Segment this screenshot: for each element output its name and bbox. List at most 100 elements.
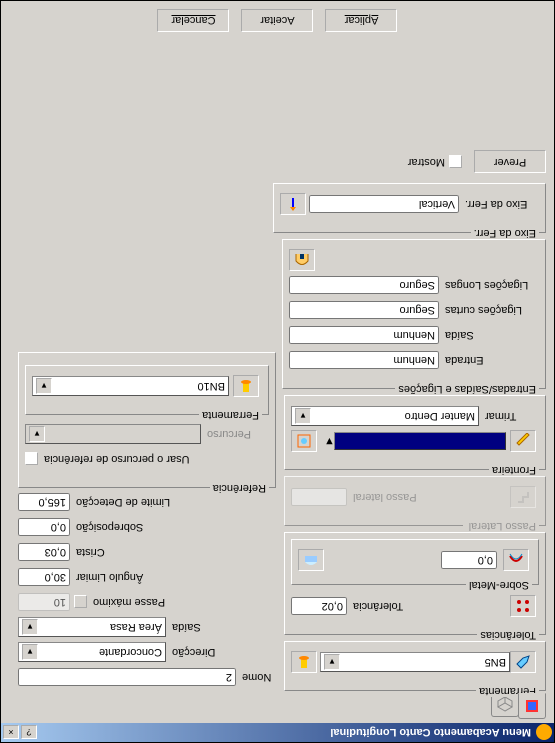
ferramenta-value-left: BN5 [485,656,506,668]
sobremetal-input[interactable] [441,551,497,569]
longas-label: Ligações Longas [439,279,539,291]
tolerancia-input[interactable] [291,597,347,615]
esl-settings-button[interactable] [289,249,315,271]
saida-select[interactable]: Área Rasa ▼ [18,617,166,637]
cube-icon [497,697,513,713]
ferramenta-sub-legend: Ferramenta [199,409,262,421]
sobremetal-settings-button[interactable] [298,549,324,571]
eixo-label: Eixo da Ferr. [459,198,539,210]
tool-path-icon [524,698,540,714]
eixo-field[interactable] [309,195,459,213]
usar-perc-checkbox[interactable] [25,453,38,466]
tab-1[interactable] [518,693,546,719]
help-button[interactable]: ? [21,726,37,740]
tolerancias-legend: Tolerâncias [477,629,539,641]
ref-ferramenta-value: BN10 [197,380,225,392]
trimar-value: Manter Dentro [405,410,475,422]
fronteira-color-button[interactable] [510,430,536,452]
close-button[interactable]: × [3,726,19,740]
arch-icon [294,252,310,268]
saida-label: Saída [166,621,276,633]
sobremetal-icon-button[interactable] [503,549,529,571]
eixo-group: Eixo da Ferr. Eixo da Ferr. [273,183,546,233]
trimar-label: Trimar [479,410,539,422]
dropdown-arrow-icon: ▼ [36,378,52,394]
sobre-label: Sobreposição [70,521,276,533]
ref-ferramenta-select[interactable]: BN10 ▼ [32,376,229,396]
step-icon [515,489,531,505]
sobremetal-legend: Sobre-Metal [466,579,532,591]
mostrar-label: Mostrar [408,156,445,168]
prever-button[interactable]: Prever [474,151,546,174]
ref-tool-button[interactable] [233,375,259,397]
trimar-select[interactable]: Manter Dentro ▼ [291,406,479,426]
curtas-label: Ligações curtas [439,304,539,316]
boundary-edit-icon [296,433,312,449]
limdet-input[interactable] [18,493,70,511]
entrada-label: Entrada [439,354,539,366]
dropdown-arrow-icon: ▼ [29,426,45,442]
entrada-field[interactable] [289,351,439,369]
passe-label: Passe máximo [87,596,276,608]
sobre-input[interactable] [18,518,70,536]
ferramenta-select-left[interactable]: BN5 ▼ [320,652,510,672]
dropdown-arrow-icon: ▼ [295,408,311,424]
eixo-settings-button[interactable] [280,193,306,215]
cancelar-button[interactable]: Cancelar [158,9,230,32]
percurso-label: Percurso [201,428,269,440]
angulo-input[interactable] [18,568,70,586]
ferramenta-group-left: Ferramenta BN5 ▼ [284,641,546,691]
aplicar-button[interactable]: Aplicar [326,9,398,32]
passo-lateral-legend: Passo Lateral [463,520,539,532]
angulo-label: Ângulo Limiar [70,571,276,583]
dropdown-arrow-icon: ▼ [22,644,38,660]
endmill-icon [296,654,312,670]
dialog-buttons: Aplicar Aceitar Cancelar [1,9,554,32]
esl-legend: Entradas/Saídas e Ligações [395,383,539,395]
titlebar: Menu Acabamento Canto Longitudinal ? × [1,723,554,742]
crista-label: Crista [70,546,276,558]
surface-icon [303,552,319,568]
color-dropdown-icon[interactable]: ▼ [324,435,335,447]
tolerancia-label: Tolerância [347,600,510,612]
crista-input[interactable] [18,543,70,561]
stock-icon [508,552,524,568]
aceitar-button[interactable]: Aceitar [242,9,314,32]
boundary-color-well[interactable] [334,432,506,450]
passo-icon-button [510,486,536,508]
tolerance-icon-button[interactable] [510,595,536,617]
curtas-field[interactable] [289,301,439,319]
esl-group: Entradas/Saídas e Ligações Entrada Saída… [282,239,546,389]
fronteira-legend: Fronteira [489,464,539,476]
longas-field[interactable] [289,276,439,294]
passo-lateral-input [291,488,347,506]
limdet-label: Limite de Detecção [70,496,276,508]
percurso-select: ▼ [25,424,201,444]
window-title: Menu Acabamento Canto Longitudinal [39,727,533,739]
tolerancias-group: Tolerâncias Tolerância Sobre-Metal [284,532,546,635]
fronteira-edit-button[interactable] [291,430,317,452]
mostrar-checkbox[interactable] [449,156,462,169]
passe-input [18,593,70,611]
axis-icon [285,196,301,212]
pen-icon [515,654,531,670]
direccao-label: Direcção [166,646,276,658]
nome-label: Nome [236,671,276,683]
endmill-icon [238,378,254,394]
saida-value: Área Rasa [110,621,162,633]
direccao-value: Concordante [99,646,162,658]
eixo-legend: Eixo da Ferr. [471,227,539,239]
saida-label-esl: Saída [439,329,539,341]
tolerance-icon [515,598,531,614]
nome-input[interactable] [18,668,236,686]
dropdown-arrow-icon: ▼ [324,654,340,670]
fronteira-group: Fronteira ▼ Trimar Mant [284,395,546,470]
saida-field-esl[interactable] [289,326,439,344]
tool-picker-button[interactable] [510,651,536,673]
dialog-window: Menu Acabamento Canto Longitudinal ? × F… [0,0,555,743]
app-icon [536,725,552,741]
passo-lateral-label: Passo lateral [347,491,510,503]
direccao-select[interactable]: Concordante ▼ [18,642,166,662]
tool-icon-button[interactable] [291,651,317,673]
passe-checkbox[interactable] [74,596,87,609]
